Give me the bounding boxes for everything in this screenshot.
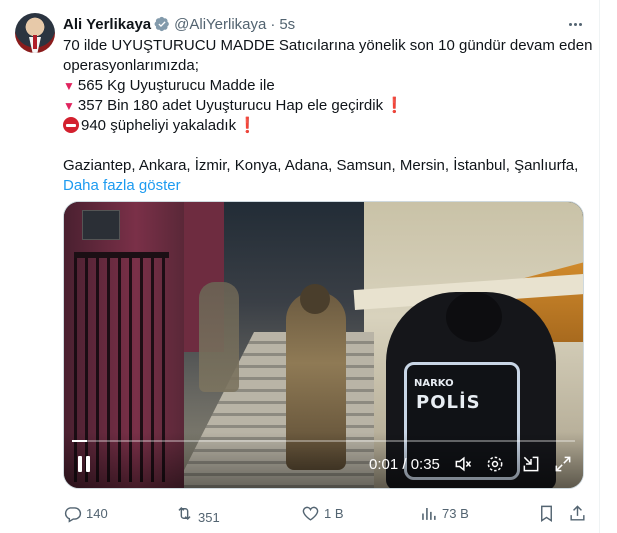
author-name[interactable]: Ali Yerlikaya bbox=[63, 16, 151, 33]
no-entry-icon bbox=[63, 117, 79, 133]
video-progress-fill bbox=[72, 440, 88, 442]
pause-icon[interactable] bbox=[78, 456, 94, 474]
author-handle[interactable]: @AliYerlikaya bbox=[174, 16, 266, 33]
tweet-card[interactable]: Ali Yerlikaya @AliYerlikaya · 5s 70 ilde… bbox=[0, 0, 600, 533]
tweet-actions: 140 351 1 B 73 B bbox=[63, 501, 588, 525]
tweet-header: Ali Yerlikaya @AliYerlikaya · 5s bbox=[63, 14, 295, 34]
reply-icon bbox=[64, 506, 82, 523]
red-triangle-icon: ▼ bbox=[63, 79, 75, 93]
tweet-line-1: 70 ilde UYUŞTURUCU MADDE Satıcılarına yö… bbox=[63, 37, 593, 54]
pip-icon[interactable] bbox=[521, 454, 541, 474]
views-button[interactable]: 73 B bbox=[419, 501, 469, 525]
tweet-line-5: 940 şüpheliyi yakaladık ❗ bbox=[63, 116, 588, 136]
exclamation-icon: ❗ bbox=[385, 97, 404, 114]
repost-icon bbox=[178, 506, 191, 520]
video-timecode: 0:01 / 0:35 bbox=[369, 456, 440, 473]
vest-label-large: POLİS bbox=[416, 392, 481, 413]
like-button[interactable]: 1 B bbox=[301, 501, 344, 525]
views-count: 73 B bbox=[442, 505, 469, 521]
video-controls: 0:01 / 0:35 bbox=[64, 432, 583, 488]
tweet-line-2: operasyonlarımızda; bbox=[63, 57, 199, 74]
header-separator: · bbox=[270, 15, 276, 33]
video-player[interactable]: NARKO POLİS 0:01 / 0:35 bbox=[63, 201, 584, 489]
video-street-sign bbox=[82, 210, 120, 240]
more-options-icon[interactable] bbox=[565, 14, 585, 34]
video-officer-background bbox=[199, 282, 239, 392]
bookmark-button[interactable] bbox=[537, 501, 556, 525]
views-icon bbox=[422, 507, 436, 520]
show-more-link[interactable]: Daha fazla göster bbox=[63, 177, 181, 194]
video-progress-bar[interactable] bbox=[72, 440, 575, 442]
fullscreen-icon[interactable] bbox=[553, 454, 573, 474]
red-triangle-icon: ▼ bbox=[63, 99, 75, 113]
vest-label-small: NARKO bbox=[414, 378, 454, 389]
tweet-line-3: ▼ 565 Kg Uyuşturucu Madde ile bbox=[63, 77, 275, 94]
exclamation-icon: ❗ bbox=[238, 117, 257, 134]
repost-button[interactable]: 351 bbox=[175, 501, 220, 525]
bookmark-icon bbox=[541, 505, 552, 522]
tweet-timestamp[interactable]: 5s bbox=[279, 16, 295, 33]
reply-button[interactable]: 140 bbox=[63, 501, 108, 525]
avatar-tie bbox=[33, 35, 37, 49]
like-icon bbox=[302, 506, 319, 521]
share-button[interactable] bbox=[568, 501, 587, 525]
mute-icon[interactable] bbox=[453, 454, 473, 474]
author-avatar[interactable] bbox=[15, 13, 55, 53]
tweet-line-6: Gaziantep, Ankara, İzmir, Konya, Adana, … bbox=[63, 157, 579, 174]
tweet-text: 70 ilde UYUŞTURUCU MADDE Satıcılarına yö… bbox=[63, 36, 593, 196]
tweet-line-4: ▼ 357 Bin 180 adet Uyuşturucu Hap ele geç… bbox=[63, 97, 404, 114]
like-count: 1 B bbox=[324, 505, 344, 521]
repost-count: 351 bbox=[198, 509, 220, 525]
settings-icon[interactable] bbox=[485, 454, 505, 474]
share-icon bbox=[570, 504, 585, 521]
verified-badge-icon bbox=[154, 16, 170, 32]
reply-count: 140 bbox=[86, 505, 108, 521]
